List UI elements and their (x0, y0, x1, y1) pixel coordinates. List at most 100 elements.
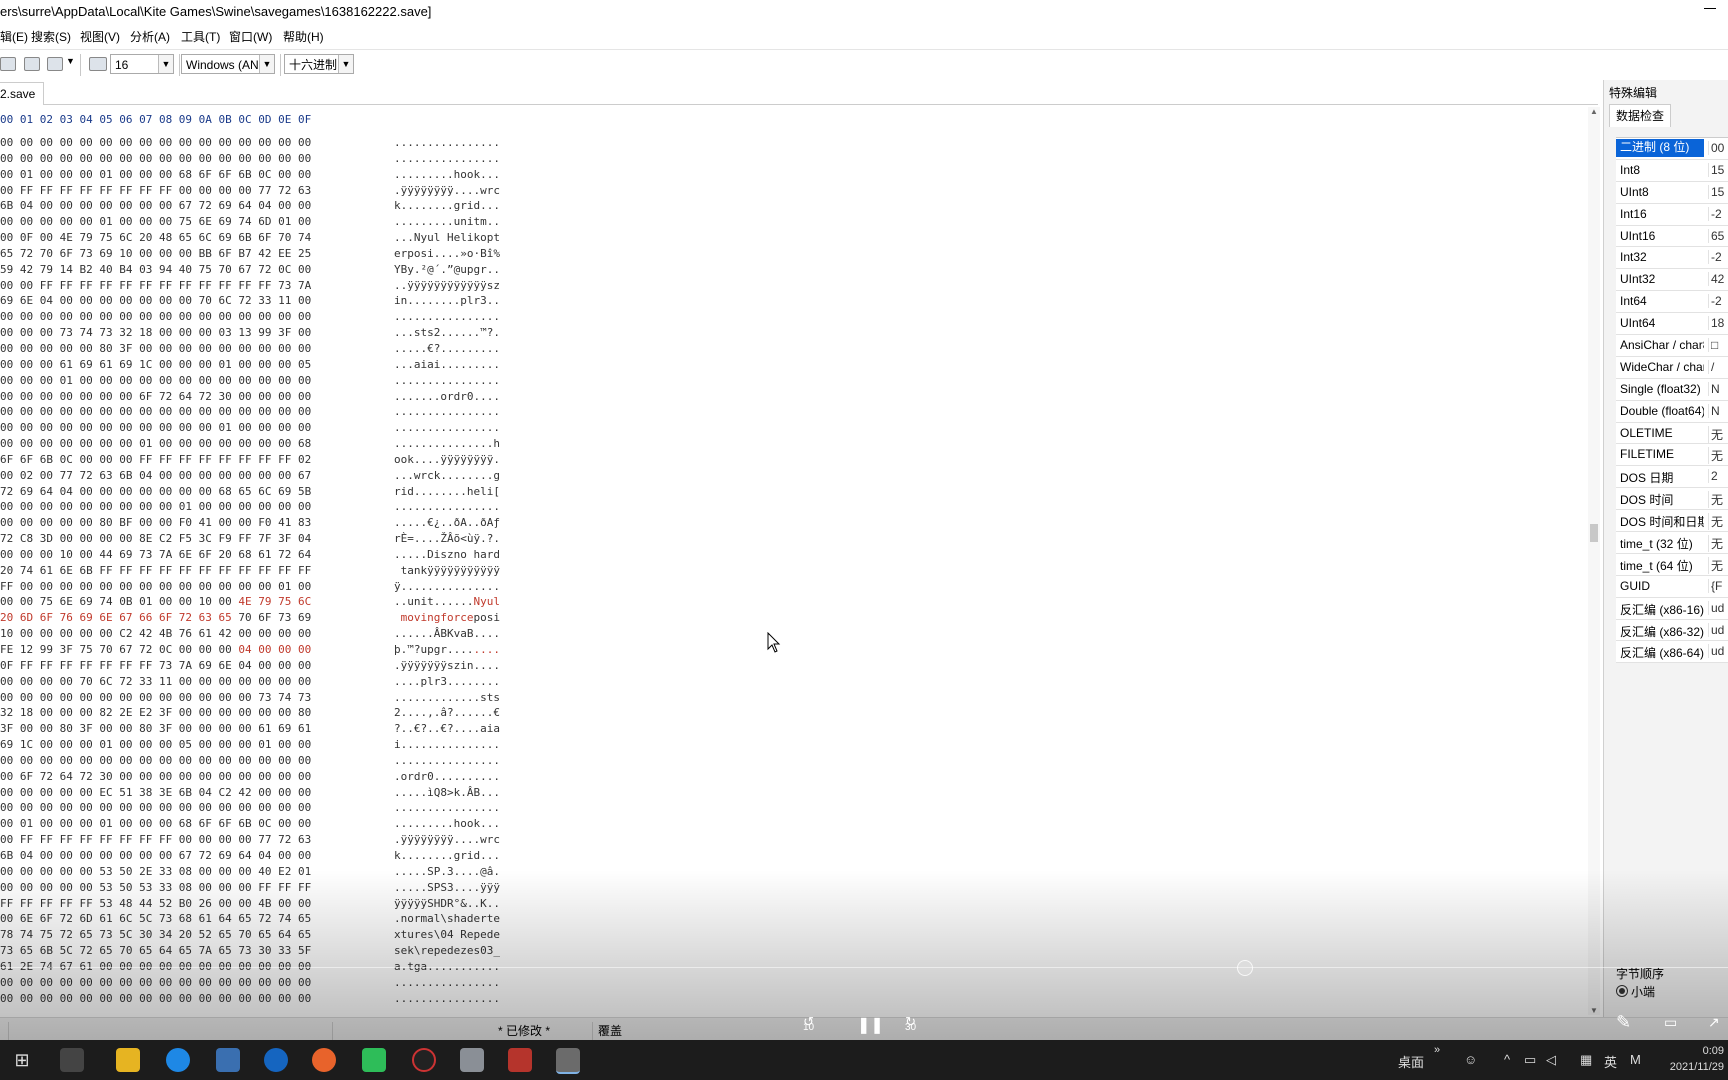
calculator-icon[interactable] (460, 1048, 484, 1072)
hex-bytes[interactable]: 00 00 00 00 00 00 00 01 00 00 00 00 00 0… (0, 437, 311, 450)
menu-analysis[interactable]: 分析(A) (130, 28, 170, 45)
hex-bytes[interactable]: 00 00 00 00 00 01 00 00 00 75 6E 69 74 6… (0, 215, 311, 228)
inspector-value[interactable]: 无 (1708, 491, 1728, 509)
app-icon[interactable] (60, 1048, 84, 1072)
ascii-text[interactable]: ....plr3........ (394, 675, 500, 688)
inspector-row[interactable]: DOS 时间 无 (1616, 488, 1728, 511)
ascii-text[interactable]: ..ÿÿÿÿÿÿÿÿÿÿÿÿsz (394, 279, 500, 292)
print-icon[interactable] (24, 57, 40, 71)
hex-bytes[interactable]: FF FF FF FF FF 53 48 44 52 B0 26 00 00 4… (0, 897, 311, 910)
hex-bytes[interactable]: 00 00 00 00 00 00 00 00 00 00 00 00 00 0… (0, 754, 311, 767)
ascii-text[interactable]: ÿ............... (394, 580, 500, 593)
ascii-text[interactable]: ................ (394, 976, 500, 989)
hex-bytes[interactable]: 00 00 00 00 00 00 00 00 00 00 00 00 00 0… (0, 405, 311, 418)
inspector-row[interactable]: UInt32 42 (1616, 269, 1728, 292)
inspector-value[interactable]: {F (1708, 578, 1728, 593)
hex-bytes[interactable]: FF 00 00 00 00 00 00 00 00 00 00 00 00 0… (0, 580, 311, 593)
inspector-value[interactable]: ud (1708, 644, 1728, 659)
scroll-down-icon[interactable]: ▼ (1590, 1006, 1598, 1015)
hex-bytes[interactable]: 69 6E 04 00 00 00 00 00 00 00 70 6C 72 3… (0, 294, 311, 307)
inspector-row[interactable]: 反汇编 (x86-64) ud (1616, 641, 1728, 664)
ascii-text[interactable]: .....ìQ8>k.ÂB... (394, 786, 500, 799)
hex-bytes[interactable]: 00 00 00 00 00 00 00 6F 72 64 72 30 00 0… (0, 390, 311, 403)
ascii-text[interactable]: ................ (394, 152, 500, 165)
shortcut-app-icon[interactable] (264, 1048, 288, 1072)
inspector-value[interactable]: 18 (1708, 316, 1728, 331)
ascii-text[interactable]: rÈ=....ŽÂõ<ùÿ.?. (394, 532, 500, 545)
inspector-value[interactable]: ud (1708, 600, 1728, 615)
hex-bytes[interactable]: 00 00 00 00 00 00 00 00 00 01 00 00 00 0… (0, 500, 311, 513)
ascii-text[interactable]: .......ordr0.... (394, 390, 500, 403)
ascii-text[interactable]: .............sts (394, 691, 500, 704)
mini-player-icon[interactable]: ▭ (1664, 1014, 1677, 1031)
hex-editor-app-icon[interactable] (556, 1048, 580, 1074)
hex-bytes[interactable]: 00 00 00 00 00 80 BF 00 00 F0 41 00 00 F… (0, 516, 311, 529)
inspector-value[interactable]: 65 (1708, 228, 1728, 243)
hex-scrollbar[interactable]: ▲ ▼ (1588, 107, 1600, 1015)
inspector-row[interactable]: Int64 -2 (1616, 291, 1728, 314)
ascii-text[interactable]: ...wrck........g (394, 469, 500, 482)
ascii-text[interactable]: ...............h (394, 437, 500, 450)
data-inspector-table[interactable]: 二进制 (8 位) 00 Int8 15 UInt8 15 Int16 -2 UInt16 65 I… (1616, 137, 1728, 664)
radio-selected-icon[interactable] (1616, 985, 1628, 997)
ascii-text[interactable]: .....€?......... (394, 342, 500, 355)
ascii-text[interactable]: ................ (394, 136, 500, 149)
hex-bytes[interactable]: 00 0F 00 4E 79 75 6C 20 48 65 6C 69 6B 6… (0, 231, 311, 244)
hex-bytes[interactable]: 00 00 00 00 00 53 50 2E 33 08 00 00 00 4… (0, 865, 311, 878)
ascii-text[interactable]: rid........heli[ (394, 485, 500, 498)
hex-bytes[interactable]: 00 00 00 00 00 00 00 00 00 00 00 00 00 0… (0, 310, 311, 323)
inspector-row[interactable]: UInt64 18 (1616, 313, 1728, 336)
forward-button[interactable]: ↻ 30 (905, 1014, 916, 1033)
ascii-text[interactable]: in........plr3.. (394, 294, 500, 307)
inspector-row[interactable]: 反汇编 (x86-16) ud (1616, 597, 1728, 620)
hex-bytes[interactable]: 00 6E 6F 72 6D 61 6C 5C 73 68 61 64 65 7… (0, 912, 311, 925)
inspector-row[interactable]: 反汇编 (x86-32) ud (1616, 619, 1728, 642)
hex-bytes[interactable]: 78 74 75 72 65 73 5C 30 34 20 52 65 70 6… (0, 928, 311, 941)
record-icon[interactable] (412, 1048, 436, 1072)
mail-icon[interactable] (216, 1048, 240, 1072)
inspector-row[interactable]: OLETIME 无 (1616, 422, 1728, 445)
ascii-text[interactable]: ...aiai......... (394, 358, 500, 371)
rewind-button[interactable]: ↺ 10 (803, 1014, 814, 1033)
wechat-icon[interactable] (362, 1048, 386, 1072)
ascii-text[interactable]: .........hook... (394, 168, 500, 181)
ascii-text[interactable]: ...Nyul Helikopt (394, 231, 500, 244)
inspector-value[interactable]: 00 (1708, 141, 1728, 155)
menu-tools[interactable]: 工具(T) (181, 28, 220, 45)
ascii-text[interactable]: ................ (394, 405, 500, 418)
hex-bytes[interactable]: 00 02 00 77 72 63 6B 04 00 00 00 00 00 0… (0, 469, 311, 482)
hex-bytes[interactable]: 6B 04 00 00 00 00 00 00 00 67 72 69 64 0… (0, 199, 311, 212)
hex-bytes[interactable]: 20 74 61 6E 6B FF FF FF FF FF FF FF FF F… (0, 564, 311, 577)
hex-bytes[interactable]: 00 FF FF FF FF FF FF FF FF 00 00 00 00 7… (0, 833, 311, 846)
hex-bytes[interactable]: 72 69 64 04 00 00 00 00 00 00 00 68 65 6… (0, 485, 311, 498)
inspector-value[interactable]: -2 (1708, 294, 1728, 309)
inspector-value[interactable]: -2 (1708, 206, 1728, 221)
hex-bytes[interactable]: 00 00 00 00 00 00 00 00 00 00 00 00 00 0… (0, 992, 311, 1005)
ascii-text[interactable]: movingforceposi (394, 611, 500, 624)
hex-bytes[interactable]: 00 01 00 00 00 01 00 00 00 68 6F 6F 6B 0… (0, 168, 311, 181)
edge-browser-icon[interactable] (166, 1048, 190, 1072)
menu-search[interactable]: 搜索(S) (31, 28, 71, 45)
hex-bytes[interactable]: 6B 04 00 00 00 00 00 00 00 67 72 69 64 0… (0, 849, 311, 862)
ascii-text[interactable]: .....Diszno hard (394, 548, 500, 561)
ascii-text[interactable]: ................ (394, 992, 500, 1005)
ascii-text[interactable]: þ.™?upgr........ (394, 643, 500, 656)
hex-bytes[interactable]: 6F 6F 6B 0C 00 00 00 FF FF FF FF FF FF F… (0, 453, 311, 466)
ascii-text[interactable]: .....€¿..ðA..ðAƒ (394, 516, 500, 529)
inspector-row[interactable]: Single (float32) N (1616, 378, 1728, 401)
menu-help[interactable]: 帮助(H) (283, 28, 324, 45)
timeline-knob[interactable] (1237, 960, 1253, 976)
hex-bytes[interactable]: 00 00 FF FF FF FF FF FF FF FF FF FF FF F… (0, 279, 311, 292)
ascii-text[interactable]: sek\repedezes03_ (394, 944, 500, 957)
clock[interactable]: 0:09 2021/11/29 (1670, 1043, 1724, 1075)
ascii-text[interactable]: i............... (394, 738, 500, 751)
inspector-row[interactable]: DOS 时间和日期无 (1616, 510, 1728, 533)
inspector-value[interactable]: 42 (1708, 272, 1728, 287)
little-endian-radio[interactable]: 小端 (1616, 983, 1655, 1000)
hex-bytes[interactable]: 69 1C 00 00 00 01 00 00 00 05 00 00 00 0… (0, 738, 311, 751)
inspector-row[interactable]: GUID {F (1616, 575, 1728, 598)
hex-editor[interactable]: 00 01 02 03 04 05 06 07 08 09 0A 0B 0C 0… (0, 105, 1590, 1017)
hex-bytes[interactable]: 3F 00 00 80 3F 00 00 80 3F 00 00 00 00 6… (0, 722, 311, 735)
chevron-up-icon[interactable]: ^ (1504, 1052, 1510, 1067)
ascii-text[interactable]: ................ (394, 754, 500, 767)
